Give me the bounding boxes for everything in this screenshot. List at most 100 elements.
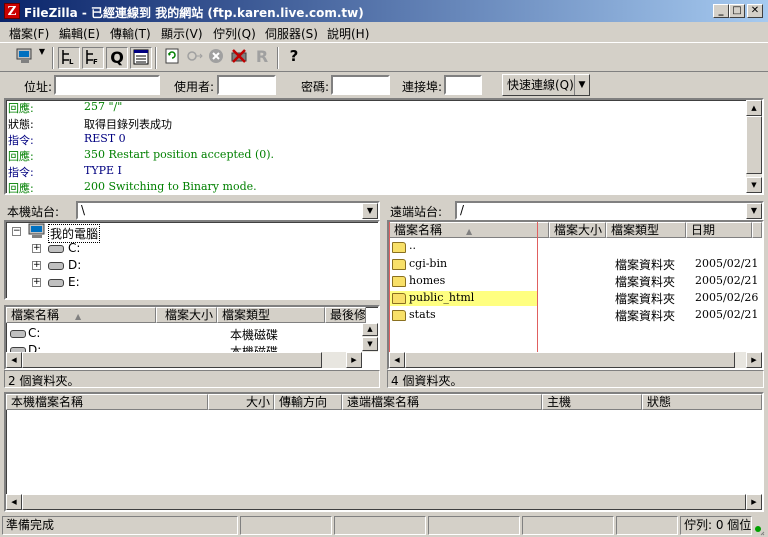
quickconnect-button-label: 快速連線(Q) [507,78,574,92]
maximize-button[interactable]: □ [729,4,745,18]
file-date: 2005/02/21 [695,308,759,321]
local-path-dropdown-icon[interactable]: ▼ [362,203,378,219]
user-label: 使用者: [174,80,215,94]
disconnect-icon[interactable] [228,47,250,69]
local-status-text: 2 個資料夾。 [8,374,80,388]
stop-icon[interactable] [205,47,227,69]
scroll-left-icon[interactable]: ◀ [6,494,22,510]
menu-view[interactable]: 顯示(V) [161,25,203,42]
scroll-thumb[interactable] [22,352,322,368]
menu-queue[interactable]: 佇列(Q) [213,25,256,42]
host-input[interactable] [54,75,160,95]
queue-hscroll[interactable]: ◀ ▶ [6,494,762,510]
expand-icon[interactable]: + [32,244,41,253]
toggle-log-icon[interactable] [130,47,152,69]
scroll-up-icon[interactable]: ▲ [746,100,762,116]
message-log: 回應: 257 "/" 狀態: 取得目錄列表成功 指令: REST 0 回應: 350 … [4,98,764,195]
svg-text:F: F [93,58,98,66]
host-label: 位址: [24,80,53,94]
remote-list-hscroll[interactable]: ◀ ▶ [389,352,762,368]
queue-col-size[interactable]: 大小 [208,394,274,410]
drive-icon [48,245,64,253]
local-col-size[interactable]: 檔案大小 [156,307,217,323]
toggle-local-tree-icon[interactable]: L [58,47,80,69]
scroll-thumb[interactable] [22,494,746,510]
scroll-left-icon[interactable]: ◀ [6,352,22,368]
toolbar-separator [52,47,54,69]
process-queue-icon[interactable] [183,47,205,69]
file-date: 2005/02/26 [695,291,759,304]
status-ready: 準備完成 [2,516,238,535]
toggle-queue-icon[interactable]: Q [106,47,128,69]
menu-transfer[interactable]: 傳輸(T) [110,25,151,42]
reconnect-icon[interactable]: R [251,47,273,69]
filezilla-app-icon: Z [4,3,20,19]
menu-file[interactable]: 檔案(F) [9,25,49,42]
local-col-name[interactable]: 檔案名稱 ▲ [6,307,156,323]
local-list-vscroll[interactable]: ▲ ▼ [362,323,378,352]
local-list-hscroll[interactable]: ◀ ▶ [6,352,362,368]
local-path-input[interactable]: \ [76,201,380,220]
scroll-up-icon[interactable]: ▲ [362,323,378,336]
queue-col-remote-file[interactable]: 遠端檔案名稱 [342,394,542,410]
window-title: FileZilla - 已經連線到 我的網站 (ftp.karen.live.c… [24,6,364,20]
list-item[interactable]: C: 本機磁碟 [8,325,364,342]
remote-col-extra[interactable] [752,222,762,238]
queue-col-local-file[interactable]: 本機檔案名稱 [6,394,208,410]
queue-col-status[interactable]: 狀態 [642,394,762,410]
quickconnect-history-dropdown[interactable]: ▼ [574,75,589,95]
status-pane [616,516,678,535]
scroll-right-icon[interactable]: ▶ [746,494,762,510]
site-manager-icon[interactable] [14,47,36,69]
help-icon[interactable]: ? [283,47,305,69]
local-col-type[interactable]: 檔案類型 [217,307,325,323]
port-input[interactable] [444,75,482,95]
user-input[interactable] [217,75,276,95]
menu-edit[interactable]: 編輯(E) [59,25,100,42]
refresh-icon[interactable] [161,47,183,69]
expand-icon[interactable]: + [32,261,41,270]
remote-col-size[interactable]: 檔案大小 [549,222,606,238]
log-type: 回應: [8,102,34,115]
menu-bar: 檔案(F) 編輯(E) 傳輸(T) 顯示(V) 佇列(Q) 伺服器(S) 說明(… [0,22,768,42]
tree-drive-label: E: [68,275,80,289]
queue-col-host[interactable]: 主機 [542,394,642,410]
log-type: 指令: [8,134,34,147]
log-scrollbar[interactable]: ▲ ▼ [746,100,762,193]
dropdown-arrow-icon[interactable]: ▼ [36,47,48,69]
collapse-icon[interactable]: − [12,227,21,236]
menu-help[interactable]: 說明(H) [327,25,369,42]
scroll-right-icon[interactable]: ▶ [746,352,762,368]
menu-server[interactable]: 伺服器(S) [265,25,318,42]
remote-path-input[interactable]: / [455,201,764,220]
file-type: 本機磁碟 [230,328,279,342]
local-file-list: 檔案名稱▲ 檔案大小 檔案類型 最後修 C: 本機磁碟 D: 本機磁碟 ▲ ▼ … [4,305,380,370]
svg-text:L: L [69,58,74,66]
scroll-down-icon[interactable]: ▼ [362,337,378,351]
quickconnect-bar: 位址: 使用者: 密碼: 連接埠: 快速連線(Q) ▼ [0,72,768,98]
remote-site-bar: 遠端站台: / ▼ [387,200,764,220]
file-name: C: [28,326,41,340]
remote-path-dropdown-icon[interactable]: ▼ [746,203,762,219]
local-site-bar: 本機站台: \ ▼ [4,200,380,220]
close-button[interactable]: ✕ [747,4,763,18]
remote-col-date[interactable]: 日期 [686,222,752,238]
expand-icon[interactable]: + [32,278,41,287]
scroll-down-icon[interactable]: ▼ [746,177,762,193]
password-input[interactable] [331,75,390,95]
queue-col-direction[interactable]: 傳輸方向 [274,394,342,410]
scroll-thumb[interactable] [746,116,762,174]
minimize-button[interactable]: _ [713,4,729,18]
scroll-left-icon[interactable]: ◀ [389,352,405,368]
file-type: 檔案資料夾 [615,275,676,289]
remote-col-type[interactable]: 檔案類型 [606,222,686,238]
scroll-thumb[interactable] [405,352,735,368]
file-date: 2005/02/21 [695,257,759,270]
log-message: TYPE I [84,164,122,177]
scroll-right-icon[interactable]: ▶ [346,352,362,368]
file-date: 2005/02/21 [695,274,759,287]
status-pane [240,516,332,535]
remote-site-label: 遠端站台: [390,205,443,219]
toggle-remote-tree-icon[interactable]: F [82,47,104,69]
local-col-modified[interactable]: 最後修 [325,307,366,323]
